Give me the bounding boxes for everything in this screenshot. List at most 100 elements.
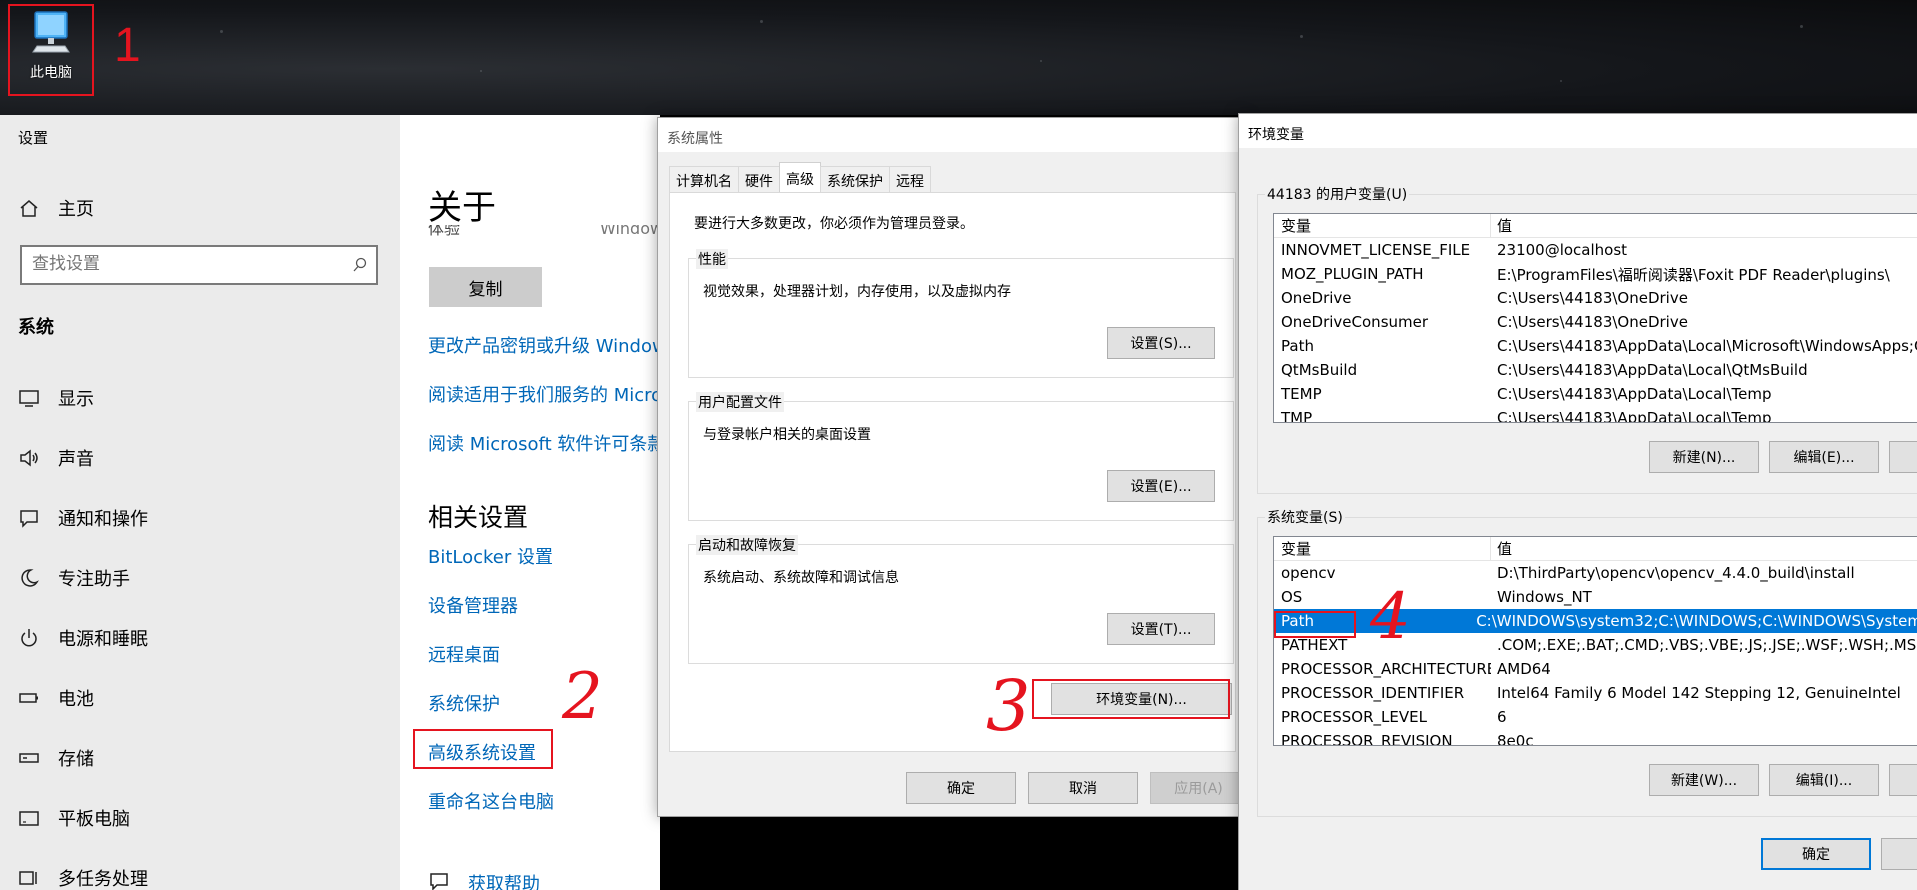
variable-value: 23100@localhost [1497, 241, 1628, 259]
system-new-button[interactable]: 新建(W)... [1649, 764, 1759, 796]
column-header-variable[interactable]: 变量 [1274, 214, 1491, 237]
link-license-terms[interactable]: 阅读 Microsoft 软件许可条款 [428, 430, 660, 456]
settings-nav-item-focus-assist[interactable]: 专注助手 [18, 565, 130, 591]
user-profiles-group: 与登录帐户相关的桌面设置 设置(E)... [688, 401, 1234, 521]
sysprops-apply-button[interactable]: 应用(A) [1150, 772, 1246, 804]
link-change-product-key[interactable]: 更改产品密钥或升级 Windows [428, 332, 660, 358]
tab-system-protection[interactable]: 系统保护 [820, 166, 890, 192]
variable-value: C:\Users\44183\AppData\Local\QtMsBuild [1497, 361, 1808, 379]
user-variables-header: 变量 值 [1274, 214, 1917, 238]
copy-button[interactable]: 复制 [429, 267, 542, 307]
annotation-number-1: 1 [114, 19, 141, 72]
settings-nav-item-storage[interactable]: 存储 [18, 745, 94, 771]
column-header-value[interactable]: 值 [1491, 215, 1512, 236]
list-item[interactable]: PROCESSOR_REVISION 8e0c [1274, 729, 1917, 746]
variable-name: Path [1281, 337, 1314, 355]
link-device-manager[interactable]: 设备管理器 [428, 592, 518, 618]
home-icon [20, 200, 38, 217]
system-variables-header: 变量 值 [1274, 537, 1917, 561]
settings-nav-item-battery[interactable]: 电池 [18, 685, 94, 711]
settings-nav-home[interactable]: 主页 [18, 195, 94, 221]
user-new-button[interactable]: 新建(N)... [1649, 441, 1759, 473]
tab-computer-name[interactable]: 计算机名 [669, 166, 739, 192]
settings-nav-item-display[interactable]: 显示 [18, 385, 94, 411]
list-item[interactable]: PROCESSOR_IDENTIFIER Intel64 Family 6 Mod… [1274, 681, 1917, 705]
this-pc-desktop-icon[interactable]: 此电脑 [8, 4, 94, 96]
list-item[interactable]: PROCESSOR_ARCHITECTURE AMD64 [1274, 657, 1917, 681]
link-rename-pc[interactable]: 重命名这台电脑 [428, 788, 554, 814]
variable-name: TEMP [1281, 385, 1322, 403]
system-edit-button[interactable]: 编辑(I)... [1769, 764, 1879, 796]
annotation-number-4: 4 [1370, 580, 1411, 654]
system-delete-button-partial[interactable] [1889, 764, 1917, 796]
envvars-ok-button[interactable]: 确定 [1761, 838, 1871, 870]
speaker-icon [20, 449, 38, 467]
system-properties-title: 系统属性 [658, 118, 1246, 152]
user-delete-button-partial[interactable] [1889, 441, 1917, 473]
battery-icon [19, 693, 38, 703]
variable-value: C:\Users\44183\AppData\Local\Temp [1497, 385, 1772, 403]
link-get-help[interactable]: 获取帮助 [468, 870, 540, 890]
performance-group-title: 性能 [696, 249, 728, 269]
list-item[interactable]: QtMsBuild C:\Users\44183\AppData\Local\Qt… [1274, 358, 1917, 382]
environment-variables-title: 环境变量 [1239, 114, 1917, 148]
settings-nav-label: 电源和睡眠 [58, 629, 148, 650]
variable-name: TMP [1281, 409, 1313, 423]
notification-icon [20, 510, 38, 528]
performance-settings-button[interactable]: 设置(S)... [1107, 327, 1215, 359]
annotation-box-advanced-settings [413, 729, 553, 769]
list-item[interactable]: Path C:\Users\44183\AppData\Local\Microso… [1274, 334, 1917, 358]
variable-value: E:\ProgramFiles\福昕阅读器\Foxit PDF Reader\p… [1497, 265, 1890, 284]
sysprops-cancel-button[interactable]: 取消 [1028, 772, 1138, 804]
column-header-value[interactable]: 值 [1491, 538, 1512, 559]
envvars-cancel-button-partial[interactable] [1881, 838, 1917, 870]
link-system-protection[interactable]: 系统保护 [428, 690, 500, 716]
search-icon [353, 257, 367, 272]
variable-value: C:\WINDOWS\system32;C:\WINDOWS;C:\WINDOW… [1476, 612, 1917, 630]
settings-search-input[interactable] [22, 247, 322, 281]
list-item[interactable]: TMP C:\Users\44183\AppData\Local\Temp [1274, 406, 1917, 423]
variable-name: PROCESSOR_REVISION [1281, 732, 1453, 746]
list-item[interactable]: OneDrive C:\Users\44183\OneDrive [1274, 286, 1917, 310]
annotation-number-2: 2 [562, 660, 603, 734]
annotation-box-path-row [1274, 611, 1356, 638]
list-item[interactable]: PROCESSOR_LEVEL 6 [1274, 705, 1917, 729]
settings-nav-section-system: 系统 [18, 317, 54, 338]
annotation-number-3: 3 [986, 665, 1031, 747]
settings-nav-label: 专注助手 [58, 569, 130, 590]
link-bitlocker[interactable]: BitLocker 设置 [428, 543, 553, 569]
settings-nav-item-multitasking[interactable]: 多任务处理 [18, 865, 148, 890]
help-icon [430, 873, 448, 890]
settings-search-box[interactable] [20, 245, 378, 285]
column-header-variable[interactable]: 变量 [1274, 537, 1491, 560]
user-variables-list[interactable]: 变量 值 INNOVMET_LICENSE_FILE 23100@localhos… [1273, 213, 1917, 423]
user-profiles-settings-button[interactable]: 设置(E)... [1107, 470, 1215, 502]
variable-value: 6 [1497, 708, 1507, 726]
startup-recovery-desc: 系统启动、系统故障和调试信息 [703, 570, 899, 586]
settings-nav-item-power[interactable]: 电源和睡眠 [18, 625, 148, 651]
variable-value: C:\Users\44183\AppData\Local\Microsoft\W… [1497, 337, 1917, 355]
list-item[interactable]: MOZ_PLUGIN_PATH E:\ProgramFiles\福昕阅读器\Fox… [1274, 262, 1917, 286]
power-icon [21, 629, 37, 647]
variable-value: Windows_NT [1497, 588, 1592, 606]
settings-nav-item-notifications[interactable]: 通知和操作 [18, 505, 148, 531]
variable-name: PROCESSOR_IDENTIFIER [1281, 684, 1465, 702]
settings-nav-label: 通知和操作 [58, 509, 148, 530]
variable-value: D:\ThirdParty\opencv\opencv_4.4.0_build\… [1497, 564, 1855, 582]
related-settings-heading: 相关设置 [428, 503, 529, 532]
settings-nav-item-sound[interactable]: 声音 [18, 445, 94, 471]
list-item[interactable]: TEMP C:\Users\44183\AppData\Local\Temp [1274, 382, 1917, 406]
startup-recovery-settings-button[interactable]: 设置(T)... [1107, 613, 1215, 645]
desktop-background: 此电脑 1 [0, 0, 1917, 115]
tab-remote[interactable]: 远程 [889, 166, 931, 192]
settings-nav-item-tablet[interactable]: 平板电脑 [18, 805, 130, 831]
user-edit-button[interactable]: 编辑(E)... [1769, 441, 1879, 473]
list-item[interactable]: INNOVMET_LICENSE_FILE 23100@localhost [1274, 238, 1917, 262]
settings-nav-label: 声音 [58, 449, 94, 470]
tab-hardware[interactable]: 硬件 [738, 166, 780, 192]
link-remote-desktop[interactable]: 远程桌面 [428, 641, 500, 667]
tab-advanced[interactable]: 高级 [779, 162, 821, 192]
link-microsoft-services[interactable]: 阅读适用于我们服务的 Microsoft [428, 381, 660, 407]
list-item[interactable]: OneDriveConsumer C:\Users\44183\OneDrive [1274, 310, 1917, 334]
sysprops-ok-button[interactable]: 确定 [906, 772, 1016, 804]
